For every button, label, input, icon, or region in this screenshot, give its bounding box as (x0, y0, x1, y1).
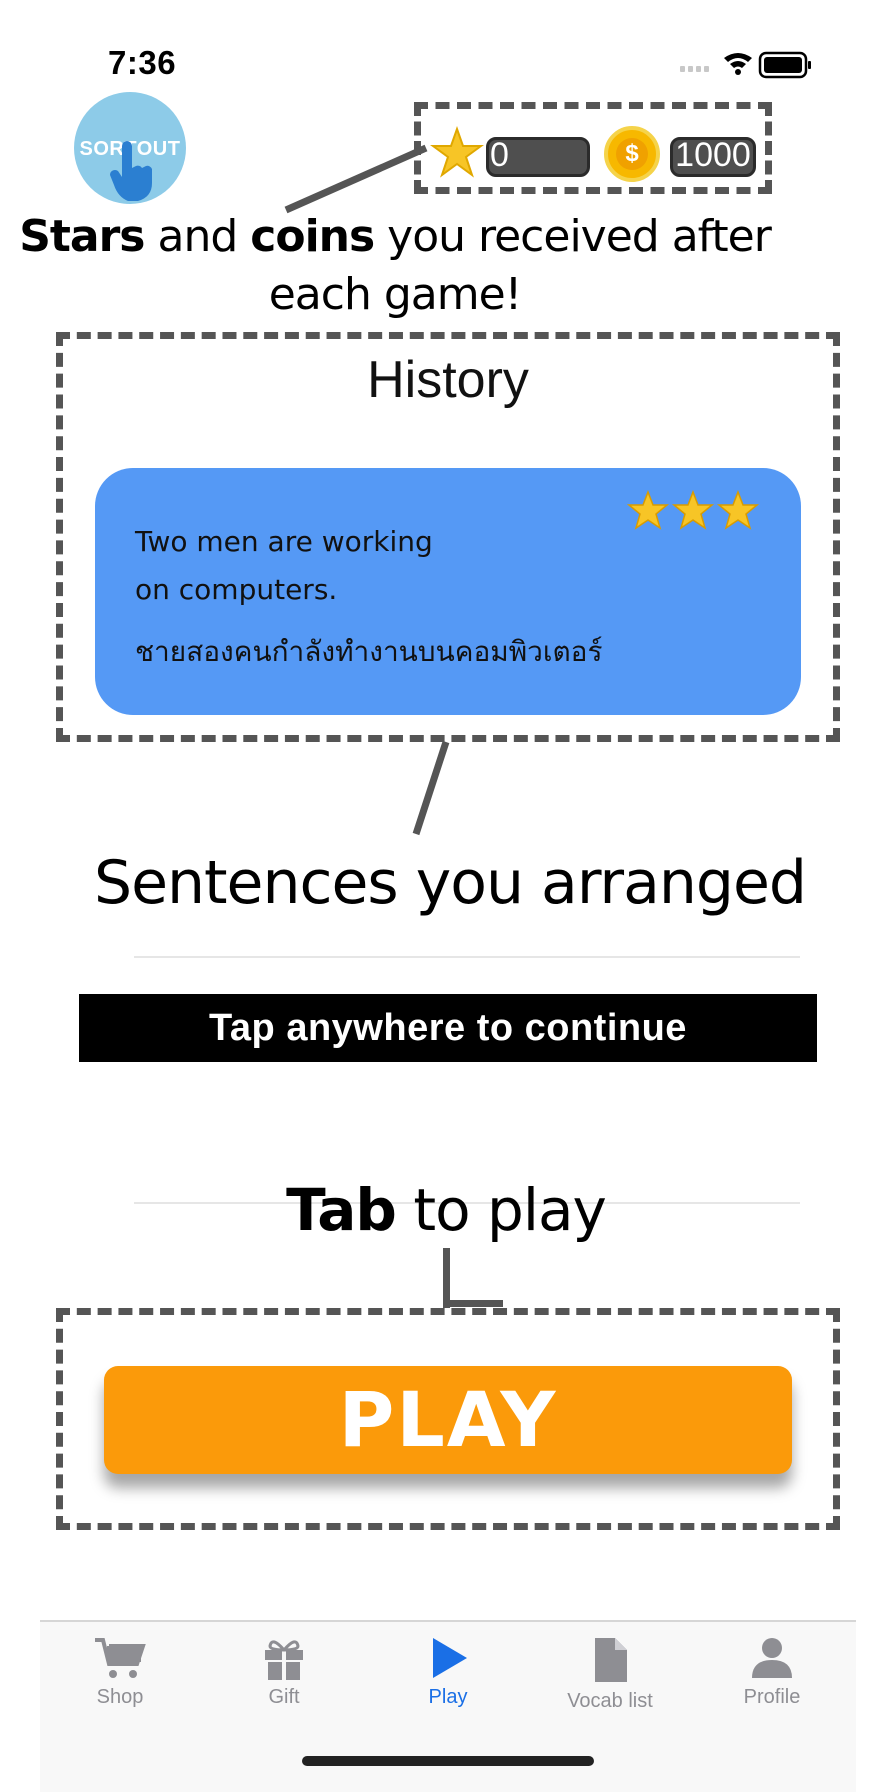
coin-icon: $ (604, 126, 660, 182)
tap-hand-icon (110, 141, 152, 201)
history-caption: Sentences you arranged (94, 848, 807, 918)
cart-icon (95, 1638, 146, 1678)
tab-label: Play (428, 1686, 468, 1708)
card-stars (627, 490, 760, 530)
history-card[interactable]: Two men are working on computers. ชายสอง… (95, 468, 801, 715)
play-icon (433, 1638, 467, 1678)
wifi-icon (724, 53, 752, 75)
play-caption: Tab to play (286, 1176, 607, 1244)
home-indicator[interactable] (302, 1756, 594, 1766)
play-connector-line (443, 1248, 450, 1308)
status-time: 7:36 (108, 44, 177, 81)
star-icon (716, 490, 760, 530)
document-icon (595, 1638, 627, 1682)
star-icon (627, 490, 670, 530)
tab-shop[interactable]: Shop (40, 1636, 200, 1746)
cellular-signal-icon (680, 66, 709, 72)
history-title: History (367, 351, 529, 409)
person-icon (752, 1638, 792, 1678)
gift-icon (265, 1640, 303, 1680)
tab-label: Profile (743, 1686, 801, 1708)
tab-label: Gift (268, 1686, 300, 1708)
tab-label: Vocab list (567, 1690, 653, 1712)
tab-label: Shop (96, 1686, 144, 1708)
play-connector-line (443, 1300, 503, 1307)
star-icon (671, 490, 715, 530)
star-count: 0 (490, 136, 509, 174)
wallet-caption: Stars and coins you received after each … (19, 211, 772, 320)
play-button[interactable]: PLAY (104, 1366, 792, 1474)
tab-bar: Shop Gift Play Vocab list Profile (40, 1620, 856, 1792)
tab-vocab-list[interactable]: Vocab list (530, 1636, 690, 1746)
tab-play[interactable]: Play (368, 1636, 528, 1746)
tab-gift[interactable]: Gift (204, 1636, 364, 1746)
wallet-connector-line (284, 144, 428, 214)
tap-to-continue-banner[interactable]: Tap anywhere to continue (79, 994, 817, 1062)
coin-count: 1000 (675, 136, 751, 174)
status-icons (680, 50, 820, 80)
star-icon (430, 126, 484, 178)
card-english-sentence: Two men are working on computers. (135, 525, 433, 606)
history-connector-line (412, 740, 450, 836)
app-logo: SORTOUT (74, 92, 186, 204)
card-thai-translation: ชายสองคนกำลังทำงานบนคอมพิวเตอร์ (135, 635, 603, 668)
divider (134, 956, 800, 958)
battery-icon (758, 51, 811, 79)
tab-profile[interactable]: Profile (692, 1636, 852, 1746)
